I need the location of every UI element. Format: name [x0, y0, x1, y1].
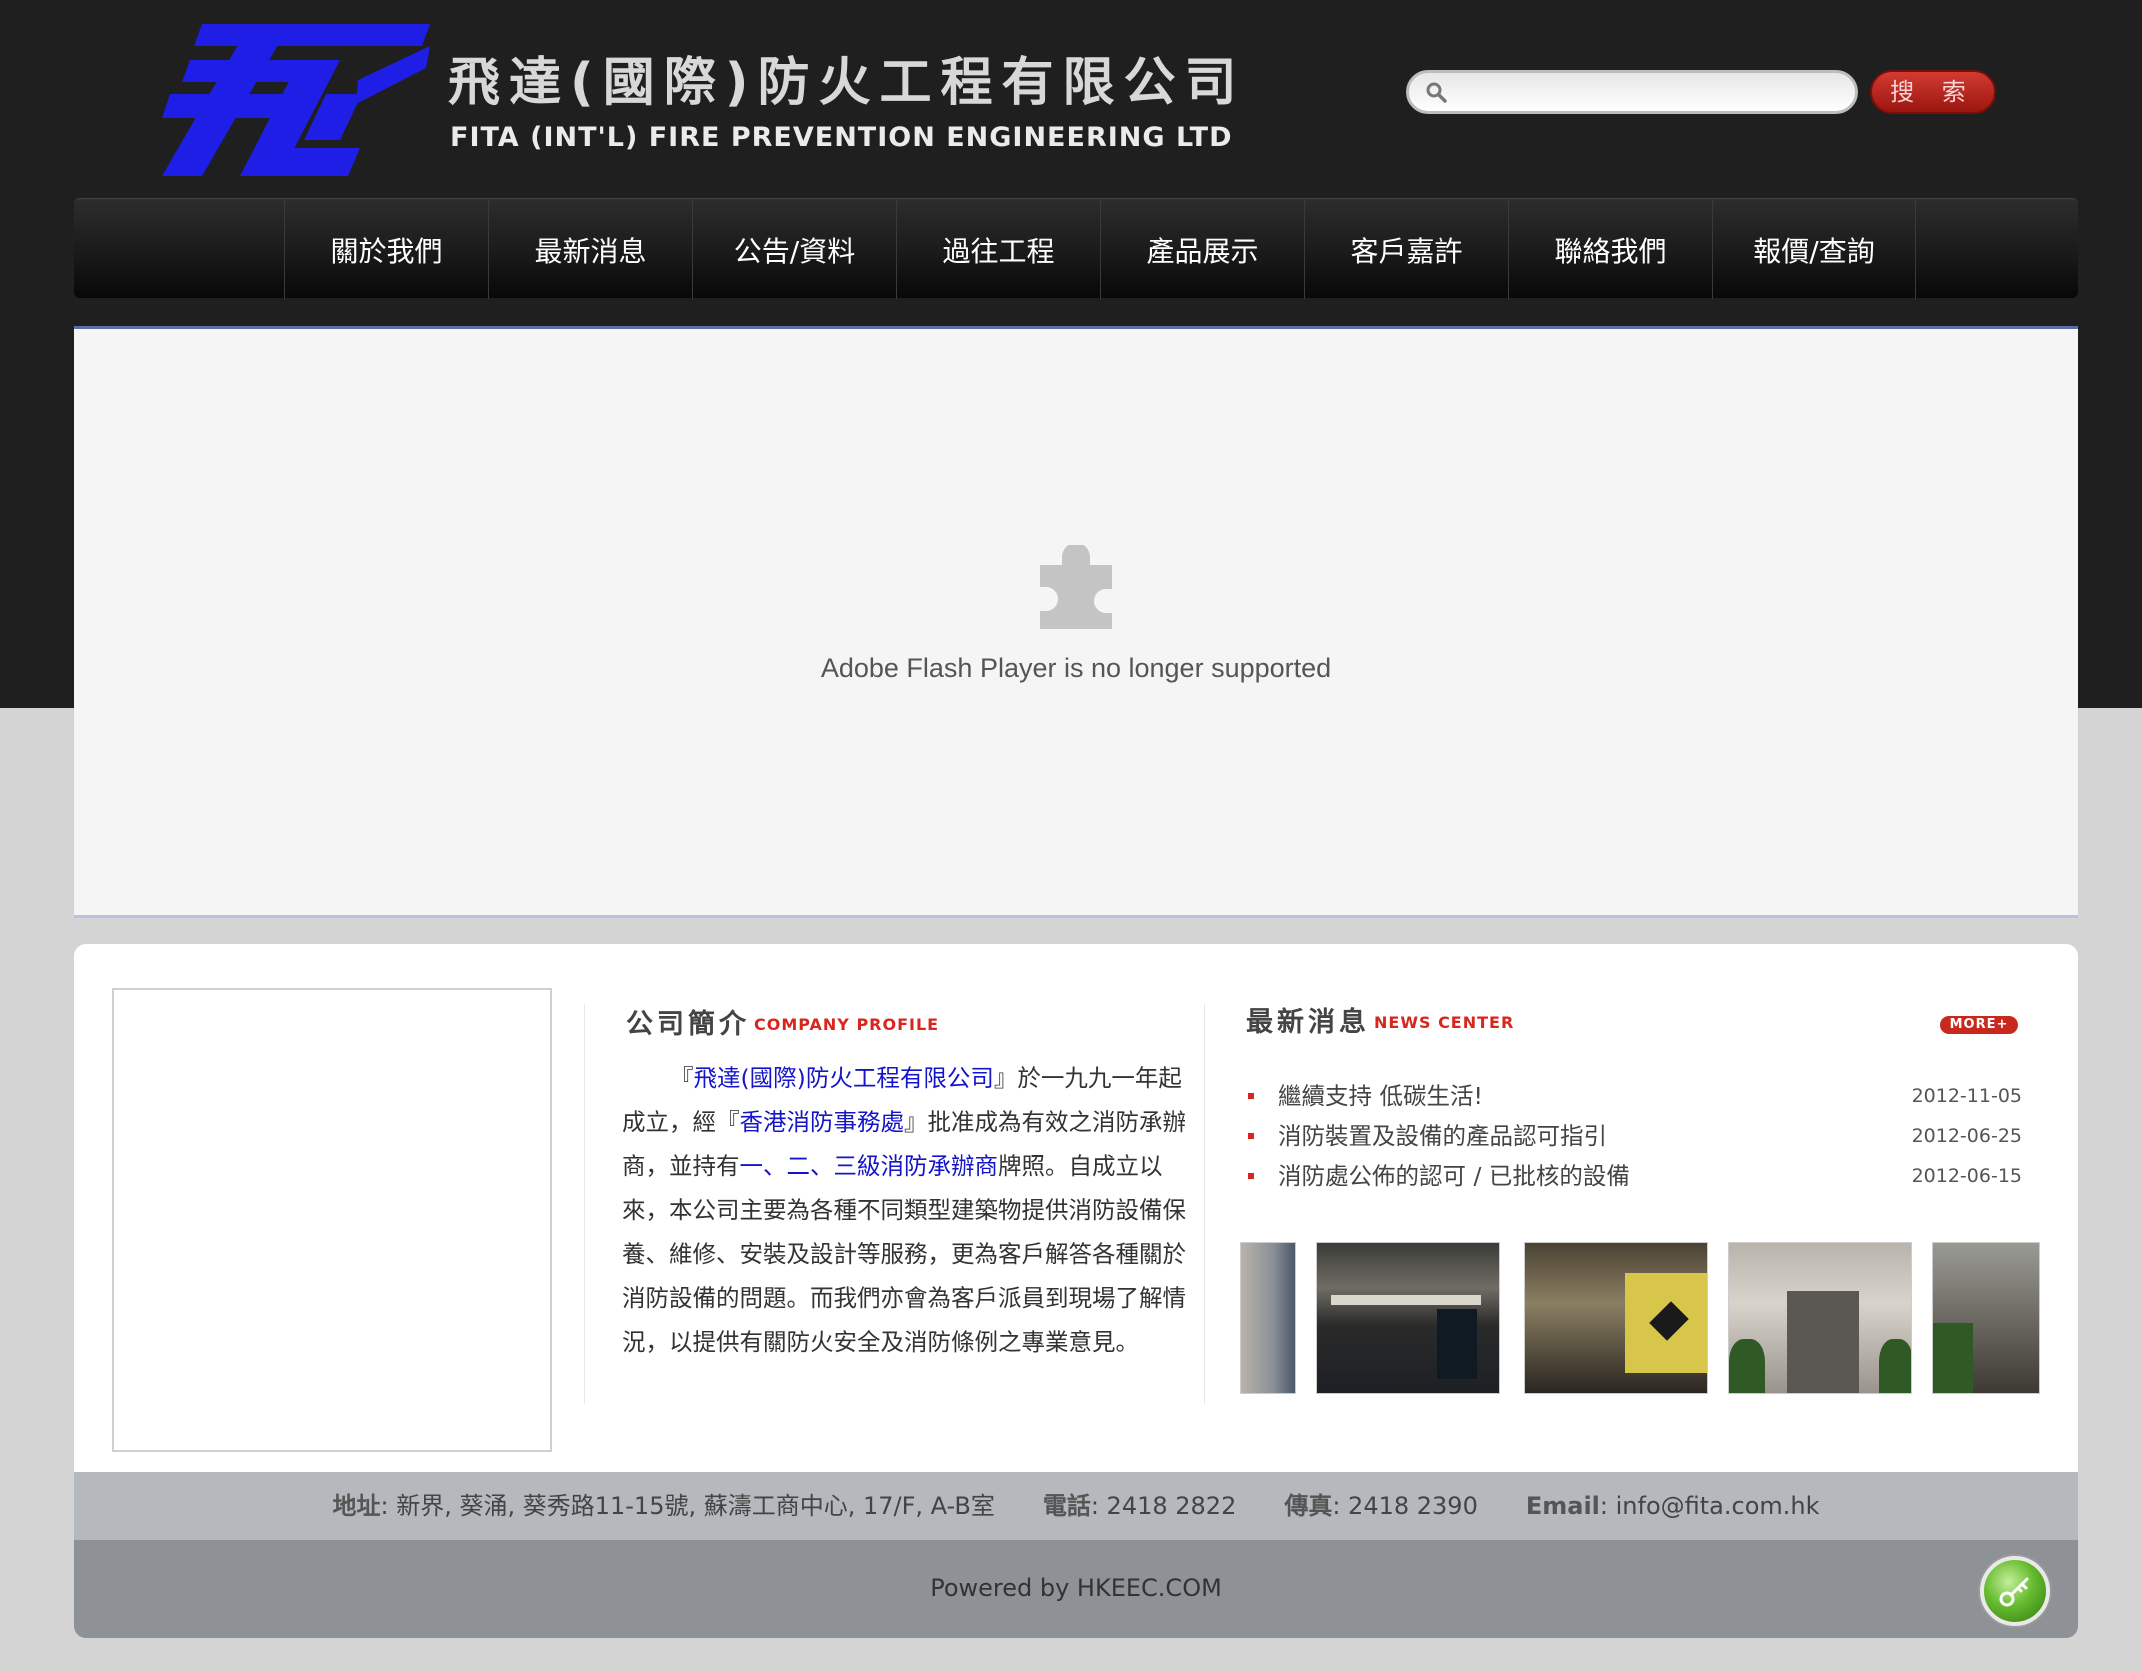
photo-detail — [1437, 1309, 1477, 1379]
company-logo[interactable] — [130, 24, 430, 176]
image-placeholder — [112, 988, 552, 1452]
news-list: 繼續支持 低碳生活! 2012-11-05 消防裝置及設備的產品認可指引 201… — [1244, 1076, 2022, 1196]
bullet-icon — [1248, 1133, 1254, 1139]
content-panel: 公司簡介 COMPANY PROFILE 『飛達(國際)防火工程有限公司』於一九九… — [74, 944, 2078, 1472]
news-item[interactable]: 消防裝置及設備的產品認可指引 2012-06-25 — [1244, 1116, 2022, 1156]
project-photo[interactable] — [1524, 1242, 1708, 1394]
profile-heading: 公司簡介 COMPANY PROFILE — [626, 1002, 939, 1041]
nav-item-products[interactable]: 產品展示 — [1100, 199, 1304, 299]
profile-text-part: 牌照。自成立以來，本公司主要為各種不同類型建築物提供消防設備保養、維修、安裝及設… — [622, 1152, 1186, 1356]
photo-detail — [1933, 1323, 1973, 1393]
nav-item-projects[interactable]: 過往工程 — [896, 199, 1100, 299]
nav-item-contact[interactable]: 聯絡我們 — [1508, 199, 1712, 299]
flash-message: Adobe Flash Player is no longer supporte… — [820, 653, 1332, 683]
phone-label: 電話 — [1042, 1492, 1091, 1520]
photo-detail — [1879, 1339, 1911, 1393]
project-photo[interactable] — [1316, 1242, 1500, 1394]
news-title-en: NEWS CENTER — [1374, 1013, 1515, 1032]
nav-item-testimonials[interactable]: 客戶嘉許 — [1304, 199, 1508, 299]
photo-detail — [1729, 1339, 1765, 1393]
news-heading: 最新消息 NEWS CENTER — [1246, 1000, 1514, 1039]
bullet-icon — [1248, 1093, 1254, 1099]
project-photo[interactable] — [1728, 1242, 1912, 1394]
plugin-icon — [1040, 545, 1112, 629]
company-name-link[interactable]: 飛達(國際)防火工程有限公司 — [694, 1064, 994, 1092]
company-name-cn: 飛達(國際)防火工程有限公司 — [448, 53, 1246, 113]
nav-item-notices[interactable]: 公告/資料 — [692, 199, 896, 299]
news-more-button[interactable]: MORE+ — [1940, 1016, 2018, 1034]
contractor-class-link[interactable]: 一、二、三級消防承辦商 — [740, 1152, 999, 1180]
powered-footer: Powered by HKEEC.COM — [74, 1540, 2078, 1638]
search-icon — [1426, 82, 1447, 103]
news-title-cn: 最新消息 — [1246, 1007, 1370, 1038]
project-photo[interactable] — [1932, 1242, 2040, 1394]
fax-value: : 2418 2390 — [1332, 1492, 1478, 1520]
photo-detail — [1331, 1295, 1481, 1305]
news-item-title[interactable]: 繼續支持 低碳生活! — [1278, 1082, 1483, 1110]
contact-footer: 地址: 新界, 葵涌, 葵秀路11-15號, 蘇濤工商中心, 17/F, A-B… — [74, 1472, 2078, 1540]
email-label: Email — [1525, 1492, 1600, 1520]
news-item[interactable]: 繼續支持 低碳生活! 2012-11-05 — [1244, 1076, 2022, 1116]
search-box[interactable] — [1406, 70, 1858, 114]
photo-detail — [1787, 1291, 1859, 1393]
search-input[interactable] — [1459, 77, 1849, 109]
bullet-icon — [1248, 1173, 1254, 1179]
news-item-title[interactable]: 消防處公佈的認可 / 已批核的設備 — [1278, 1162, 1630, 1190]
address-label: 地址 — [332, 1492, 381, 1520]
company-name-en: FITA (INT'L) FIRE PREVENTION ENGINEERING… — [450, 122, 1233, 153]
column-divider — [584, 1004, 585, 1404]
column-divider — [1204, 1004, 1205, 1404]
project-photo-carousel — [1240, 1242, 2040, 1394]
news-item-date: 2012-06-15 — [1911, 1165, 2022, 1187]
address-value: : 新界, 葵涌, 葵秀路11-15號, 蘇濤工商中心, 17/F, A-B室 — [380, 1492, 995, 1520]
flash-banner: Adobe Flash Player is no longer supporte… — [74, 326, 2078, 918]
key-icon — [1999, 1577, 2029, 1607]
profile-title-cn: 公司簡介 — [626, 1009, 750, 1040]
news-item-title[interactable]: 消防裝置及設備的產品認可指引 — [1278, 1122, 1607, 1150]
nav-item-news[interactable]: 最新消息 — [488, 199, 692, 299]
project-photo[interactable] — [1240, 1242, 1296, 1394]
profile-text-part: 『 — [670, 1064, 694, 1092]
news-item-date: 2012-11-05 — [1911, 1085, 2022, 1107]
nav-item-quote[interactable]: 報價/查詢 — [1712, 199, 1916, 299]
profile-title-en: COMPANY PROFILE — [754, 1015, 940, 1034]
nav-item-about[interactable]: 關於我們 — [284, 199, 488, 299]
phone-value: : 2418 2822 — [1090, 1492, 1237, 1520]
powered-by-link[interactable]: Powered by HKEEC.COM — [74, 1540, 2078, 1636]
fire-services-link[interactable]: 香港消防事務處 — [740, 1108, 905, 1136]
company-profile-text: 『飛達(國際)防火工程有限公司』於一九九一年起成立，經『香港消防事務處』批准成為… — [622, 1056, 1190, 1364]
search-button[interactable]: 搜 索 — [1870, 70, 1996, 114]
email-value[interactable]: : info@fita.com.hk — [1600, 1492, 1820, 1520]
fax-label: 傳真 — [1284, 1492, 1333, 1520]
news-item-date: 2012-06-25 — [1911, 1125, 2022, 1147]
admin-login-button[interactable] — [1980, 1556, 2050, 1626]
main-nav: 關於我們 最新消息 公告/資料 過往工程 產品展示 客戶嘉許 聯絡我們 報價/查… — [74, 198, 2078, 299]
news-item[interactable]: 消防處公佈的認可 / 已批核的設備 2012-06-15 — [1244, 1156, 2022, 1196]
